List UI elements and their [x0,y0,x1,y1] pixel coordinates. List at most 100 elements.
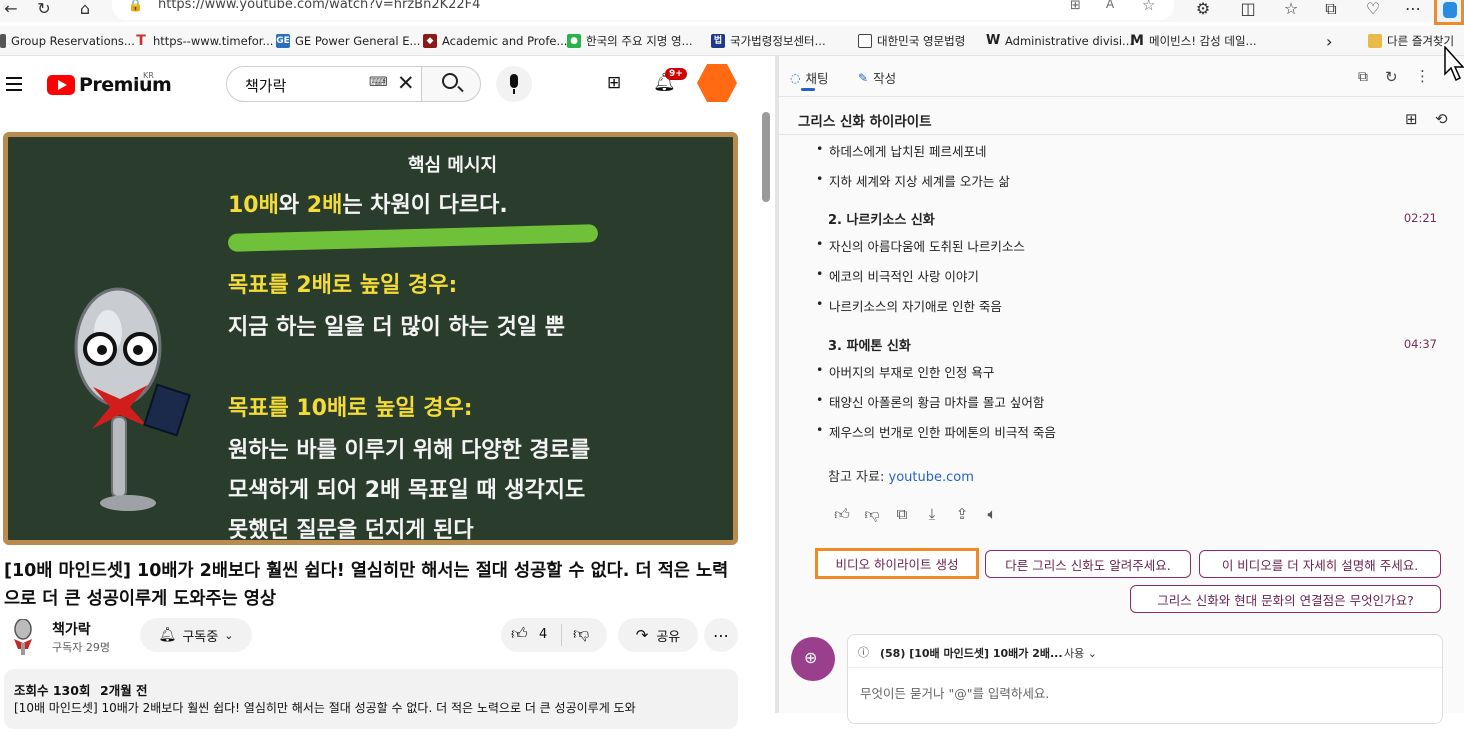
bookmark-icon: W [986,33,1001,48]
video-title: [10배 마인드셋] 10배가 2배보다 훨씬 쉽다! 열심히만 해서는 절대 … [4,561,729,609]
bookmark-item[interactable]: Group Reservations... [0,31,135,51]
board-case2-title: 목표를 10배로 높일 경우: [228,396,473,421]
bookmark-item[interactable]: M 메이빈스! 감성 데일... [1130,31,1257,51]
board-case1-body: 지금 하는 일을 더 많이 하는 것일 뿐 [228,315,565,340]
avatar[interactable] [697,64,737,102]
bookmark-item[interactable]: GE GE Power General E... [276,31,420,51]
other-favorites-folder[interactable]: 다른 즐겨찾기 [1368,31,1454,51]
bookmark-item[interactable]: ◆ Academic and Profe... [423,31,567,51]
channel-name[interactable]: 책가락 [52,619,91,639]
bookmark-icon [0,34,6,48]
chat-bubble-icon: ◌ [790,70,801,85]
extensions-icon[interactable]: ⚙ [1192,0,1214,20]
lock-icon[interactable]: 🔒 [128,0,143,12]
app-available-icon[interactable]: ⊞ [1070,0,1081,13]
description-box[interactable]: 조회수 130회 2개월 전 [10배 마인드셋] 10배가 2배보다 훨씬 쉽… [4,669,738,729]
speaker-icon[interactable]: 🔈︎ [983,505,1001,523]
bookmarks-overflow-chevron-icon[interactable]: › [1326,31,1332,51]
youtube-logo[interactable]: Premium KR [47,71,172,96]
share-icon[interactable]: ⇪ [953,505,971,523]
download-icon[interactable]: ⤓ [923,505,941,523]
chip-other-myths[interactable]: 다른 그리스 신화도 알려주세요. [985,550,1191,578]
read-aloud-icon[interactable]: A [1106,0,1114,11]
reference-line: 참고 자료: youtube.com [828,470,974,485]
spoon-mascot-illustration [74,287,191,511]
favorites-icon[interactable]: ☆ [1280,0,1302,20]
thumbs-down-icon[interactable]: 👎︎ [863,505,881,523]
subscriber-count: 구독자 29명 [52,641,110,654]
tab-compose[interactable]: ✎ 작성 [858,68,896,87]
bookmark-item[interactable]: 법 국가법령정보센터... [711,31,826,51]
back-icon[interactable]: ← [0,0,22,20]
section-title: 3. 파에톤 신화 [828,339,911,354]
channel-avatar[interactable] [8,619,38,655]
chat-composer[interactable]: ⓘ (58) [10배 마인드셋] 10배가 2배... 사용 ⌄ 무엇이든 묻… [847,634,1443,724]
thumbs-up-icon[interactable]: 👍︎ [833,505,851,523]
refresh-chat-icon[interactable]: ↻ [1385,68,1398,86]
board-line-1: 10배와 2배는 차원이 다르다. [228,193,508,218]
reference-link[interactable]: youtube.com [889,470,974,485]
bookmark-icon [858,34,872,48]
like-count: 4 [539,627,548,642]
chat-input[interactable]: 무엇이든 묻거나 "@"를 입력하세요. [860,683,1049,702]
grid-view-icon[interactable]: ⊞ [1405,110,1418,128]
panel-more-icon[interactable]: ⋮ [1415,67,1430,85]
like-button[interactable]: 👍︎ [511,624,528,644]
chip-explain-video[interactable]: 이 비디오를 더 자세히 설명해 주세요. [1199,550,1441,578]
info-icon: ⓘ [858,646,869,659]
section-title: 2. 나르키소스 신화 [828,213,935,228]
search-icon [442,73,458,89]
list-item: 지하 세계와 지상 세계를 오가는 삶 [816,171,1010,190]
url-text: https://www.youtube.com/watch?v=hrzBn2K2… [158,0,481,12]
share-button[interactable]: ↷ 공유 [618,618,698,652]
search-button[interactable] [421,66,481,102]
chip-generate-video-highlights[interactable]: 비디오 하이라이트 생성 [815,548,979,579]
split-screen-icon[interactable]: ◫ [1237,0,1259,20]
share-arrow-icon: ↷ [635,626,649,644]
clear-search-icon[interactable]: ✕ [397,71,415,95]
more-actions-button[interactable]: ⋯ [704,618,738,652]
collections-icon[interactable]: ⧉ [1320,0,1342,20]
video-player[interactable]: 핵심 메시지 10배와 2배는 차원이 다르다. 목표를 2배로 높일 경우: … [3,132,738,545]
microphone-icon [510,74,518,88]
folder-icon [1368,34,1382,48]
browser-essentials-icon[interactable]: ♡ [1362,0,1384,20]
more-menu-icon[interactable]: ⋯ [1402,0,1424,20]
chip-myth-modern-culture[interactable]: 그리스 신화와 현대 문화의 연결점은 무엇인가요? [1130,585,1441,613]
copilot-button[interactable] [1434,0,1464,25]
upload-date: 2개월 전 [100,683,148,698]
compose-pencil-icon: ✎ [858,70,869,85]
mouse-cursor-icon [1444,46,1464,82]
bookmark-icon: ● [567,34,581,48]
bookmark-icon: GE [276,34,290,48]
board-case2-line2: 모색하게 되어 2배 목표일 때 생각지도 [228,478,586,503]
highlights-title: 그리스 신화 하이라이트 [798,114,932,130]
menu-icon[interactable] [0,72,28,96]
refresh-icon[interactable]: ↻ [33,0,55,20]
url-field[interactable]: 🔒 https://www.youtube.com/watch?v=hrzBn2… [112,0,1174,20]
create-video-icon[interactable]: ⊞ [607,73,621,93]
tab-chat[interactable]: ◌ 채팅 [790,68,829,87]
board-case2-line3: 못했던 질문을 던지게 된다 [228,518,474,543]
copy-icon[interactable]: ⧉ [893,505,911,523]
home-icon[interactable]: ⌂ [74,0,96,20]
voice-search-button[interactable] [496,66,532,102]
timestamp-link[interactable]: 04:37 [1404,337,1437,351]
bookmark-item[interactable]: W Administrative divisi... [986,31,1133,51]
notification-badge: 9+ [665,68,687,80]
bookmark-item[interactable]: 대한민국 영문법령 [858,31,965,51]
favorite-star-icon[interactable]: ☆ [1142,0,1155,14]
open-in-new-tab-icon[interactable]: ⧉ [1358,69,1368,85]
subscribed-button[interactable]: 🔔︎ 구독중 ⌄ [140,618,252,652]
bookmark-item[interactable]: Thttps--www.timefor... [134,31,273,51]
copilot-icon [1443,2,1457,18]
dislike-button[interactable]: 👎︎ [573,624,589,644]
history-icon[interactable]: ⟲ [1435,110,1448,128]
bookmark-item[interactable]: ● 한국의 주요 지명 영... [567,31,693,51]
timestamp-link[interactable]: 02:21 [1404,211,1437,225]
new-topic-button[interactable]: ⊕ [791,637,835,681]
search-input[interactable]: 책가락 ⌨ ✕ [226,66,422,102]
context-use-dropdown[interactable]: 사용 ⌄ [1064,645,1097,661]
page-scrollbar-thumb[interactable] [762,112,770,202]
keyboard-icon[interactable]: ⌨ [369,75,388,90]
